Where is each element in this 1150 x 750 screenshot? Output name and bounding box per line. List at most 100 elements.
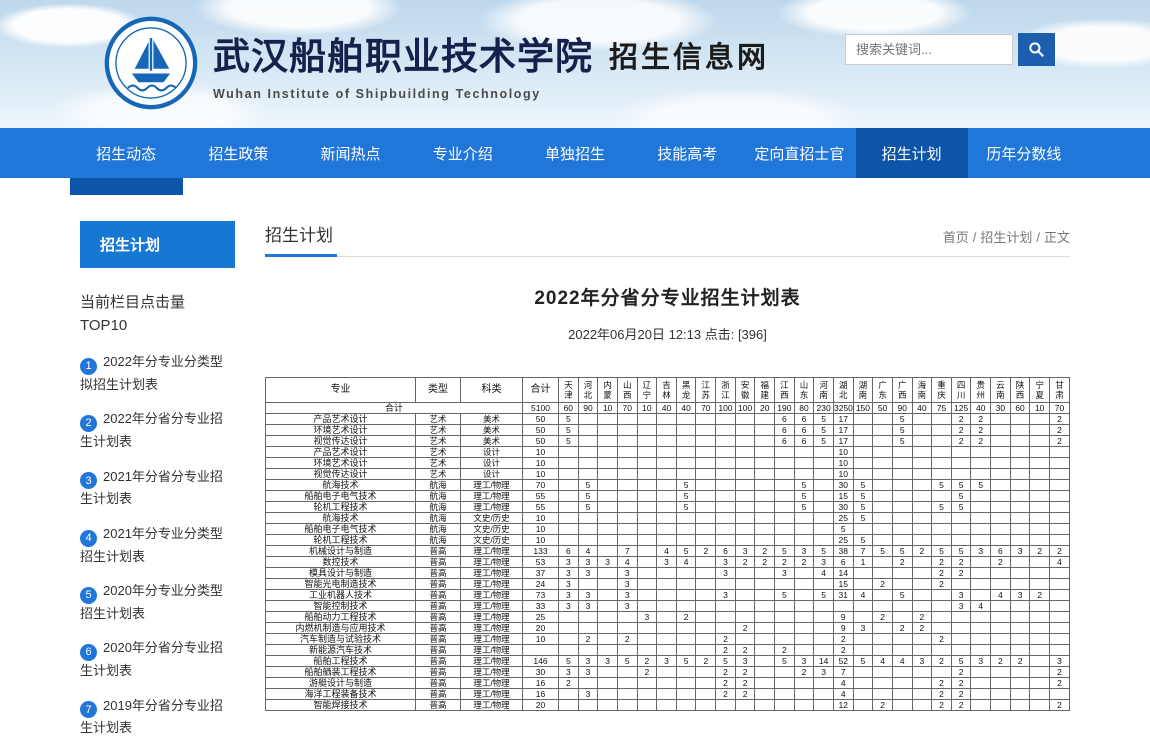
nav-item-skills-exam[interactable]: 技能高考 (631, 128, 743, 178)
cell-value (873, 524, 893, 535)
cell-sum: 10 (523, 524, 559, 535)
cell-value: 2 (716, 645, 736, 656)
sidebar-item[interactable]: 32021年分省分专业招生计划表 (80, 467, 235, 509)
cell-value: 2 (951, 568, 971, 579)
cell-value (775, 535, 795, 546)
cell-value (794, 601, 814, 612)
nav-item-news-hotspots[interactable]: 新闻热点 (294, 128, 406, 178)
cell-value (932, 590, 952, 601)
sidebar-item[interactable]: 22022年分省分专业招生计划表 (80, 409, 235, 451)
cell-sum: 10 (523, 634, 559, 645)
cell-value (1030, 458, 1050, 469)
cell-sum: 70 (523, 480, 559, 491)
cell-value (794, 700, 814, 711)
cell-value: 17 (833, 436, 853, 447)
cell-value (892, 700, 912, 711)
cell-value (1010, 689, 1030, 700)
sidebar-item[interactable]: 12022年分专业分类型拟招生计划表 (80, 352, 235, 394)
cell-value (991, 491, 1011, 502)
cell-value (755, 414, 775, 425)
sidebar-item[interactable]: 42021年分专业分类型招生计划表 (80, 524, 235, 566)
cell-value (892, 469, 912, 480)
cell-value: 2 (951, 414, 971, 425)
cell-type: 普高 (416, 590, 461, 601)
cell-value (657, 414, 677, 425)
cell-value (578, 579, 598, 590)
cell-value: 5 (951, 480, 971, 491)
cell-value (755, 579, 775, 590)
cell-value (1010, 667, 1030, 678)
cell-value (951, 612, 971, 623)
cell-value: 2 (735, 678, 755, 689)
nav-item-enrollment-plan[interactable]: 招生计划 (856, 128, 968, 178)
cell-value (1010, 436, 1030, 447)
cell-value (775, 469, 795, 480)
cell-value (951, 634, 971, 645)
cell-value (971, 645, 991, 656)
table-row: 机械设计与制造普高理工/物理13364745263253538755255363… (266, 546, 1070, 557)
column-header-province: 云南 (991, 378, 1011, 403)
cell-value (637, 513, 657, 524)
breadcrumb-section[interactable]: 招生计划 (980, 230, 1032, 245)
table-row: 智能光电制造技术普高理工/物理24331522 (266, 579, 1070, 590)
search-input[interactable] (845, 34, 1013, 65)
cell-value (696, 579, 716, 590)
cell-value: 17 (833, 414, 853, 425)
sidebar-item[interactable]: 52020年分专业分类型招生计划表 (80, 581, 235, 623)
sidebar-item-label: 2021年分省分专业招生计划表 (80, 469, 223, 507)
cell-value (578, 623, 598, 634)
cell-value (1030, 502, 1050, 513)
cell-value (991, 579, 1011, 590)
cell-value (735, 513, 755, 524)
cell-value: 10 (833, 469, 853, 480)
nav-item-score-lines[interactable]: 历年分数线 (968, 128, 1080, 178)
cell-subj: 理工/物理 (461, 601, 523, 612)
nav-item-majors-intro[interactable]: 专业介绍 (407, 128, 519, 178)
search-button[interactable] (1018, 33, 1055, 66)
cell-value (1010, 513, 1030, 524)
cell-value (1030, 612, 1050, 623)
cell-value: 2 (716, 634, 736, 645)
cell-value (951, 623, 971, 634)
nav-item-targeted-sergeant[interactable]: 定向直招士官 (743, 128, 855, 178)
cell-value: 25 (833, 535, 853, 546)
cell-value (775, 458, 795, 469)
cell-value (755, 656, 775, 667)
nav-item-separate-admission[interactable]: 单独招生 (519, 128, 631, 178)
cell-value: 2 (951, 678, 971, 689)
cell-value (873, 568, 893, 579)
sidebar-item[interactable]: 72019年分省分专业招生计划表 (80, 696, 235, 738)
cell-value (991, 678, 1011, 689)
cell-value (598, 524, 618, 535)
cell-value (657, 502, 677, 513)
cell-value (598, 700, 618, 711)
cell-value: 2 (951, 700, 971, 711)
cell-type: 普高 (416, 634, 461, 645)
university-logo-icon (103, 15, 199, 111)
nav-item-admission-news[interactable]: 招生动态 (70, 128, 182, 178)
cell-sum: 53 (523, 557, 559, 568)
cell-subj: 理工/物理 (461, 678, 523, 689)
cell-value (1050, 458, 1070, 469)
cell-sum: 10 (523, 447, 559, 458)
cell-value (716, 524, 736, 535)
nav-item-admission-policy[interactable]: 招生政策 (182, 128, 294, 178)
table-row: 汽车制造与试验技术普高理工/物理1022222 (266, 634, 1070, 645)
cell-value (617, 502, 637, 513)
cell-value (971, 568, 991, 579)
cell-value (775, 667, 795, 678)
breadcrumb-home[interactable]: 首页 (943, 230, 969, 245)
cell-value (1030, 447, 1050, 458)
cell-value: 3 (1010, 546, 1030, 557)
cell-value (676, 425, 696, 436)
cell-value: 2 (735, 689, 755, 700)
cell-value: 5 (794, 502, 814, 513)
cell-value: 5 (775, 546, 795, 557)
sidebar-item[interactable]: 62020年分省分专业招生计划表 (80, 638, 235, 680)
cell-value (1010, 414, 1030, 425)
cell-value (755, 678, 775, 689)
cell-value (1010, 612, 1030, 623)
cell-major: 智能光电制造技术 (266, 579, 416, 590)
cell-value (578, 447, 598, 458)
cell-value (873, 469, 893, 480)
